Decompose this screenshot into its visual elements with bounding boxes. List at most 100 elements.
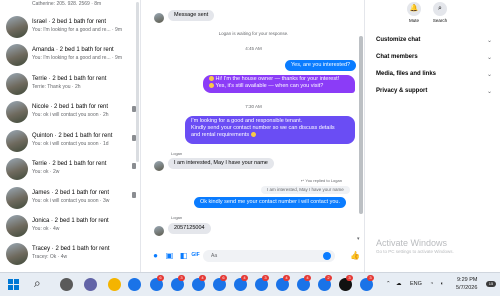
message-out: Yes, are you interested? xyxy=(285,60,357,71)
mute-label: Mute xyxy=(408,18,419,23)
section-privacy-support[interactable]: Privacy & support ⌄ xyxy=(376,88,494,95)
mute-button[interactable]: 🔔 Mute xyxy=(403,2,425,23)
quoted-message: I am interested, May I have your name xyxy=(261,186,350,194)
avatar xyxy=(6,130,28,152)
message-input-placeholder: Aa xyxy=(211,253,218,259)
avatar xyxy=(6,187,28,209)
activate-windows-subtitle: Go to PC settings to activate Windows. xyxy=(376,249,454,254)
conversation-preview: You: I'm looking for a good and re... · … xyxy=(32,27,122,33)
wifi-icon[interactable]: ◔ xyxy=(430,281,433,287)
conversation-item[interactable]: Terrie · 2 bed 1 bath for rent Terrie: T… xyxy=(0,73,140,99)
notification-badge: 3 xyxy=(367,275,374,281)
section-customize-chat[interactable]: Customize chat ⌄ xyxy=(376,37,494,44)
conversation-item[interactable]: Israel · 2 bed 1 bath for rent You: I'm … xyxy=(0,16,140,42)
conversation-preview: You: ok · 2w xyxy=(32,169,60,175)
section-media-files-links[interactable]: Media, files and links ⌄ xyxy=(376,71,494,78)
message-out: Yes, it's still available — when can you… xyxy=(215,83,324,89)
bell-icon: 🔔 xyxy=(407,2,421,16)
conversation-preview-partial[interactable]: Catherine: 205. 928. 2569 · 8m xyxy=(0,0,140,10)
smile-emoji-icon xyxy=(209,76,214,82)
notification-badge: 4 xyxy=(199,275,206,281)
composer: ● ▣ ◧ GIF Aa 👍 xyxy=(141,248,366,266)
windows-start-icon[interactable] xyxy=(8,279,19,290)
speaker-icon[interactable]: ◖ xyxy=(440,281,443,287)
conversation-item[interactable]: Jonica · 2 bed 1 bath for rent You: ok ·… xyxy=(0,215,140,241)
taskbar: ⌕ 6 3 4 6 4 3 4 4 2 3 3 ⌃ ☁ ENG ◔ ◖ 9:29… xyxy=(0,272,500,296)
conversation-item[interactable]: Amanda · 2 bed 1 bath for rent You: I'm … xyxy=(0,44,140,70)
avatar xyxy=(154,161,164,171)
conversation-item[interactable]: Tracey · 2 bed 1 bath for rent Tracey: O… xyxy=(0,243,140,269)
chevron-down-icon: ⌄ xyxy=(486,89,492,95)
message-in: Message sent xyxy=(168,10,215,21)
conversation-item[interactable]: Terrie · 2 bed 1 bath for rent You: ok ·… xyxy=(0,158,140,184)
search-icon[interactable]: ⌕ xyxy=(34,276,41,291)
message-out: Hi! I'm the house owner — thanks for you… xyxy=(215,76,340,82)
avatar xyxy=(6,44,28,66)
emoji-icon[interactable] xyxy=(323,252,331,260)
conversation-name: Quinton · 2 bed 1 bath for rent xyxy=(32,133,113,139)
notification-badge: 6 xyxy=(220,275,227,281)
conversation-item[interactable]: James · 2 bed 1 bath for rent You: ok i … xyxy=(0,187,140,213)
chat-panel: Message sent Logan is waiting for your r… xyxy=(140,0,365,272)
cloud-icon[interactable]: ☁ xyxy=(396,281,402,287)
clock-date[interactable]: 5/7/2026 xyxy=(456,285,477,291)
message-in: I am interested, May I have your name xyxy=(168,158,274,169)
notification-badge: 3 xyxy=(262,275,269,281)
section-label: Privacy & support xyxy=(376,88,428,94)
chrome-icon[interactable] xyxy=(128,278,141,291)
conversation-name: Nicole · 2 bed 1 bath for rent xyxy=(32,104,109,110)
gif-icon[interactable]: GIF xyxy=(191,251,200,260)
notification-badge: 3 xyxy=(178,275,185,281)
notification-badge: 2 xyxy=(325,275,332,281)
avatar xyxy=(6,16,28,38)
sender-name: Logan xyxy=(171,151,183,156)
message-input[interactable]: Aa xyxy=(203,250,335,262)
conversation-name: Jonica · 2 bed 1 bath for rent xyxy=(32,218,109,224)
conversation-name: Tracey · 2 bed 1 bath for rent xyxy=(32,246,110,252)
reply-icon: ↩ xyxy=(301,178,305,183)
chevron-up-icon[interactable]: ⌃ xyxy=(386,281,391,287)
conversation-name: Amanda · 2 bed 1 bath for rent xyxy=(32,47,114,53)
conversation-name: James · 2 bed 1 bath for rent xyxy=(32,190,110,196)
message-out: I'm looking for a good and responsible t… xyxy=(185,116,355,144)
clock-time[interactable]: 9:29 PM xyxy=(457,277,477,283)
avatar xyxy=(6,215,28,237)
teams-icon[interactable] xyxy=(84,278,97,291)
conversation-item[interactable]: Nicole · 2 bed 1 bath for rent You: ok i… xyxy=(0,101,140,127)
avatar xyxy=(154,13,164,23)
section-label: Customize chat xyxy=(376,37,421,43)
language-indicator[interactable]: ENG xyxy=(410,281,422,287)
chevron-down-icon: ⌄ xyxy=(486,38,492,44)
notification-badge: 4 xyxy=(304,275,311,281)
search-button[interactable]: ⌕ Search xyxy=(429,2,451,23)
sender-name: Logan xyxy=(171,215,183,220)
sticker-icon[interactable]: ◧ xyxy=(179,251,188,260)
section-chat-members[interactable]: Chat members ⌄ xyxy=(376,54,494,61)
notification-badge: 4 xyxy=(283,275,290,281)
avatar xyxy=(6,73,28,95)
sidebar-scrollbar[interactable] xyxy=(136,2,139,162)
timestamp: 4:45 AM xyxy=(245,46,262,51)
chat-info-panel: 🔔 Mute ⌕ Search Customize chat ⌄ Chat me… xyxy=(366,0,500,272)
waiting-note: Logan is waiting for your response. xyxy=(218,31,289,36)
conversation-preview: You: ok · 4w xyxy=(32,226,60,232)
scroll-down-icon[interactable]: ▾ xyxy=(357,236,360,242)
conversation-preview: Tracey: Ok · 4w xyxy=(32,254,68,260)
file-explorer-icon[interactable] xyxy=(108,278,121,291)
timestamp: 7:30 AM xyxy=(245,104,262,109)
task-view-icon[interactable] xyxy=(60,278,73,291)
reply-note-text: You replied to Logan xyxy=(305,178,342,183)
microphone-icon[interactable]: ● xyxy=(151,251,160,260)
message-out: Ok kindly send me your contact number i … xyxy=(194,197,347,208)
conversation-item[interactable]: Quinton · 2 bed 1 bath for rent You: ok … xyxy=(0,130,140,156)
chat-scrollbar[interactable] xyxy=(359,36,363,214)
chevron-down-icon: ⌄ xyxy=(486,72,492,78)
image-icon[interactable]: ▣ xyxy=(165,251,174,260)
conversation-preview: You: ok i will contact you soon · 2h xyxy=(32,112,109,118)
notification-badge: 4 xyxy=(241,275,248,281)
notification-count-badge[interactable]: 15 xyxy=(486,281,496,287)
section-label: Chat members xyxy=(376,54,418,60)
avatar xyxy=(154,226,164,236)
conversation-list: Catherine: 205. 928. 2569 · 8m Israel · … xyxy=(0,0,140,272)
like-icon[interactable]: 👍 xyxy=(350,251,360,260)
